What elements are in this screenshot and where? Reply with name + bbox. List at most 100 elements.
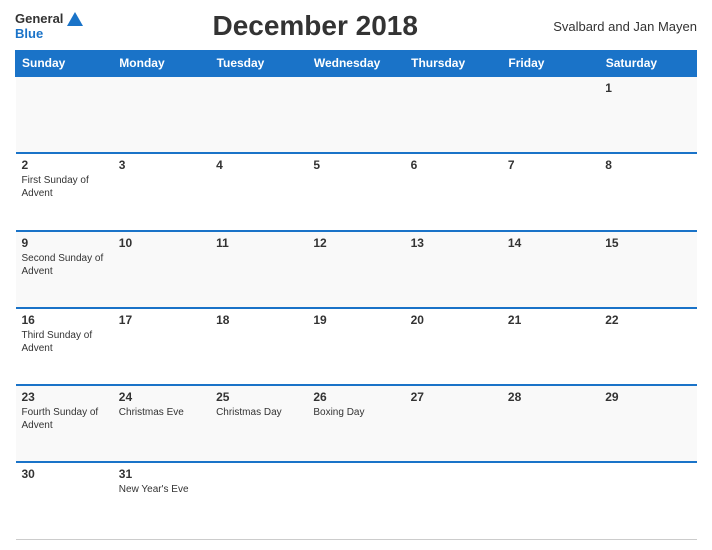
calendar-cell: 27 [405, 385, 502, 462]
day-number: 22 [605, 313, 690, 327]
calendar-cell: 2 First Sunday of Advent [16, 153, 113, 230]
calendar-cell [502, 462, 599, 539]
calendar-cell [502, 76, 599, 153]
calendar-event: Christmas Day [216, 406, 301, 419]
day-number: 25 [216, 390, 301, 404]
calendar-cell: 17 [113, 308, 210, 385]
calendar-cell: 28 [502, 385, 599, 462]
logo-triangle-icon [67, 12, 83, 26]
day-number: 3 [119, 158, 204, 172]
calendar-page: General Blue December 2018 Svalbard and … [0, 0, 712, 550]
calendar-cell: 16 Third Sunday of Advent [16, 308, 113, 385]
calendar-event: New Year's Eve [119, 483, 204, 496]
calendar-cell [113, 76, 210, 153]
calendar-cell: 30 [16, 462, 113, 539]
calendar-cell: 10 [113, 231, 210, 308]
calendar-cell: 26 Boxing Day [307, 385, 404, 462]
calendar-cell: 31 New Year's Eve [113, 462, 210, 539]
calendar-cell: 3 [113, 153, 210, 230]
calendar-cell: 22 [599, 308, 696, 385]
calendar-cell: 25 Christmas Day [210, 385, 307, 462]
day-number: 8 [605, 158, 690, 172]
header: General Blue December 2018 Svalbard and … [15, 10, 697, 42]
day-number: 24 [119, 390, 204, 404]
day-number: 21 [508, 313, 593, 327]
day-number: 1 [605, 81, 690, 95]
calendar-cell: 6 [405, 153, 502, 230]
calendar-cell: 9Second Sunday of Advent [16, 231, 113, 308]
calendar-table: Sunday Monday Tuesday Wednesday Thursday… [15, 50, 697, 540]
calendar-cell: 5 [307, 153, 404, 230]
day-number: 29 [605, 390, 690, 404]
calendar-cell: 12 [307, 231, 404, 308]
calendar-event: Boxing Day [313, 406, 398, 419]
calendar-cell: 8 [599, 153, 696, 230]
calendar-cell: 24 Christmas Eve [113, 385, 210, 462]
calendar-cell: 20 [405, 308, 502, 385]
day-number: 12 [313, 236, 398, 250]
col-monday: Monday [113, 51, 210, 77]
day-number: 6 [411, 158, 496, 172]
day-number: 27 [411, 390, 496, 404]
day-header-row: Sunday Monday Tuesday Wednesday Thursday… [16, 51, 697, 77]
table-row: 1 [16, 76, 697, 153]
table-row: 16 Third Sunday of Advent 17 18 19 20 21 22 [16, 308, 697, 385]
day-number: 13 [411, 236, 496, 250]
day-number: 18 [216, 313, 301, 327]
day-number: 2 [22, 158, 107, 172]
calendar-cell: 11 [210, 231, 307, 308]
calendar-cell: 23 Fourth Sunday of Advent [16, 385, 113, 462]
day-number: 26 [313, 390, 398, 404]
calendar-event: First Sunday of Advent [22, 174, 107, 200]
region-label: Svalbard and Jan Mayen [547, 19, 697, 34]
calendar-event: Fourth Sunday of Advent [22, 406, 107, 432]
calendar-cell [210, 76, 307, 153]
day-number: 7 [508, 158, 593, 172]
day-number: 23 [22, 390, 107, 404]
table-row: 2 First Sunday of Advent 345678 [16, 153, 697, 230]
day-number: 14 [508, 236, 593, 250]
logo-blue-text: Blue [15, 26, 43, 41]
calendar-cell [405, 76, 502, 153]
table-row: 9Second Sunday of Advent10 11 12 13 14 15 [16, 231, 697, 308]
day-number: 16 [22, 313, 107, 327]
calendar-event: Second Sunday of Advent [22, 252, 107, 278]
calendar-cell: 1 [599, 76, 696, 153]
calendar-event: Christmas Eve [119, 406, 204, 419]
calendar-cell [16, 76, 113, 153]
logo: General Blue [15, 11, 83, 41]
col-saturday: Saturday [599, 51, 696, 77]
calendar-cell: 13 [405, 231, 502, 308]
col-thursday: Thursday [405, 51, 502, 77]
calendar-cell: 4 [210, 153, 307, 230]
calendar-event: Third Sunday of Advent [22, 329, 107, 355]
day-number: 4 [216, 158, 301, 172]
day-number: 30 [22, 467, 107, 481]
day-number: 20 [411, 313, 496, 327]
day-number: 5 [313, 158, 398, 172]
col-wednesday: Wednesday [307, 51, 404, 77]
calendar-title: December 2018 [83, 10, 547, 42]
calendar-cell: 21 [502, 308, 599, 385]
day-number: 19 [313, 313, 398, 327]
day-number: 17 [119, 313, 204, 327]
table-row: 23 Fourth Sunday of Advent 24 Christmas Eve… [16, 385, 697, 462]
day-number: 28 [508, 390, 593, 404]
calendar-cell: 29 [599, 385, 696, 462]
calendar-cell: 18 [210, 308, 307, 385]
calendar-cell [307, 462, 404, 539]
calendar-cell [307, 76, 404, 153]
day-number: 11 [216, 236, 301, 250]
table-row: 30 31 New Year's Eve [16, 462, 697, 539]
logo-general-text: General [15, 11, 63, 26]
col-tuesday: Tuesday [210, 51, 307, 77]
calendar-cell: 19 [307, 308, 404, 385]
col-sunday: Sunday [16, 51, 113, 77]
day-number: 31 [119, 467, 204, 481]
day-number: 15 [605, 236, 690, 250]
calendar-cell [210, 462, 307, 539]
calendar-cell: 15 [599, 231, 696, 308]
calendar-cell: 7 [502, 153, 599, 230]
calendar-cell: 14 [502, 231, 599, 308]
calendar-cell [599, 462, 696, 539]
